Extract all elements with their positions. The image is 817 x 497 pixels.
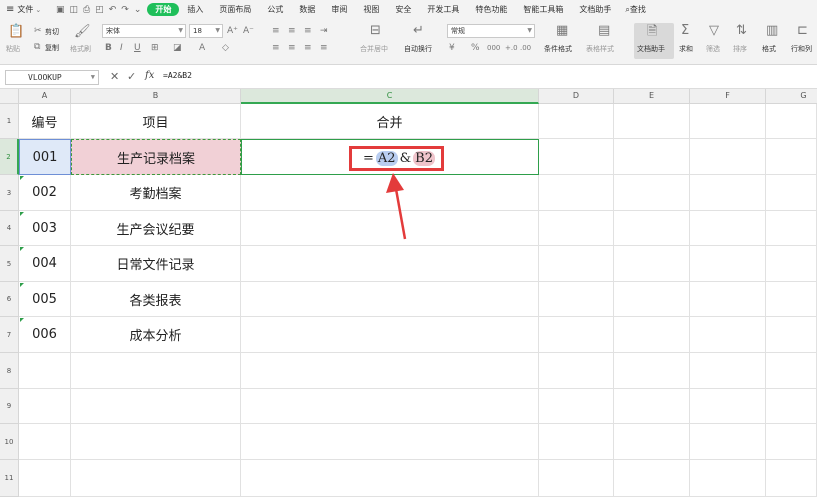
search-label: 查找 [629,5,646,14]
fill-color-icon[interactable]: ◪ [173,43,182,53]
copy-label[interactable]: 复制 [45,43,59,53]
print-preview-icon[interactable]: ◰ [95,5,104,15]
tab-page-layout[interactable]: 页面布局 [211,4,259,15]
ribbon-toolbar: 📋 粘贴 ✂ 剪切 ⧉ 复制 🖌 格式刷 宋体 ▼ 18 ▼ A⁺ A⁻ B I U… [0,19,817,65]
font-name-select[interactable]: 宋体 ▼ [102,24,186,38]
decrease-font-icon[interactable]: A⁻ [243,26,254,36]
name-box-value: VLOOKUP [28,73,62,82]
filter-icon[interactable]: ▽ [709,24,719,37]
font-size-select[interactable]: 18 ▼ [189,24,223,38]
tab-home[interactable]: 开始 [147,3,180,16]
chevron-down-icon: ⌄ [35,5,42,14]
chevron-down-icon: ▼ [90,73,95,81]
chevron-down-icon: ▼ [178,27,183,34]
align-right-icon[interactable]: ≡ [304,43,312,53]
tab-doc-helper[interactable]: 文档助手 [571,4,619,15]
number-format-value: 常规 [451,27,465,35]
merge-center-icon[interactable]: ⊟ [370,24,381,37]
tab-review[interactable]: 审阅 [323,4,355,15]
chevron-down-icon: ▼ [527,27,532,34]
tab-view[interactable]: 视图 [355,4,387,15]
wrap-text-label[interactable]: 自动换行 [404,44,432,54]
table-style-label[interactable]: 表格样式 [586,44,614,54]
hamburger-icon: ≡ [6,4,15,15]
font-name-value: 宋体 [106,27,120,35]
cancel-icon[interactable]: ✕ [110,70,119,83]
align-top-icon[interactable]: ≡ [272,26,280,36]
print-icon[interactable]: ⎙ [83,5,90,15]
insert-function-icon[interactable]: fx [145,70,154,81]
border-icon[interactable]: ⊞ [151,43,159,53]
name-box[interactable]: VLOOKUP ▼ [5,70,99,85]
justify-icon[interactable]: ≡ [320,43,328,53]
align-center-icon[interactable]: ≡ [288,43,296,53]
format-painter-label[interactable]: 格式刷 [70,44,91,54]
file-menu[interactable]: ≡ 文件 ⌄ [0,4,54,15]
chevron-down-icon: ▼ [215,27,220,34]
merge-center-label[interactable]: 合并居中 [360,44,388,54]
number-format-select[interactable]: 常规 ▼ [447,24,535,38]
copy-icon[interactable]: ⧉ [34,42,40,52]
tab-developer[interactable]: 开发工具 [419,4,467,15]
tab-insert[interactable]: 插入 [179,4,211,15]
filter-label[interactable]: 筛选 [706,44,720,54]
clear-format-icon[interactable]: ◇ [222,43,229,53]
ribbon-tabs: 开始 插入 页面布局 公式 数据 审阅 视图 安全 开发工具 特色功能 智能工具… [147,3,619,16]
conditional-format-label[interactable]: 条件格式 [544,44,572,54]
open-icon[interactable]: ◫ [70,5,79,15]
align-bottom-icon[interactable]: ≡ [304,26,312,36]
sum-icon[interactable]: Σ [681,24,689,37]
quick-access-toolbar: ▣ ◫ ⎙ ◰ ↶ ↷ ⌄ [56,5,141,15]
conditional-format-icon[interactable]: ▦ [556,24,568,37]
formula-bar: VLOOKUP ▼ ✕ ✓ fx =A2&B2 [0,65,817,89]
italic-icon[interactable]: I [120,43,123,53]
redo-icon[interactable]: ↷ [121,5,129,15]
align-middle-icon[interactable]: ≡ [288,26,296,36]
table-style-icon[interactable]: ▤ [598,24,610,37]
decrease-decimal-icon[interactable]: .00 [520,43,531,53]
sort-icon[interactable]: ⇅ [736,24,747,37]
doc-helper-icon: 🗎 [647,24,658,39]
cut-label[interactable]: 剪切 [45,27,59,37]
cut-icon[interactable]: ✂ [34,26,42,36]
align-left-icon[interactable]: ≡ [272,43,280,53]
save-icon[interactable]: ▣ [56,5,65,15]
undo-icon[interactable]: ↶ [109,5,117,15]
format-label[interactable]: 格式 [762,44,776,54]
search-button[interactable]: ⌕查找 [625,4,645,15]
underline-icon[interactable]: U [134,43,141,53]
format-painter-icon[interactable]: 🖌 [74,25,91,38]
tab-smart-toolbox[interactable]: 智能工具箱 [515,4,571,15]
spreadsheet-grid: A B C D E F G 1 2 3 4 5 6 7 8 9 10 11 编号… [0,89,817,497]
indent-icon[interactable]: ⇥ [320,26,328,36]
currency-icon[interactable]: ¥ [449,43,455,53]
thousands-icon[interactable]: 000 [487,43,500,53]
sum-label[interactable]: 求和 [679,44,693,54]
wrap-text-icon[interactable]: ↵ [413,24,424,37]
tab-data[interactable]: 数据 [291,4,323,15]
format-icon[interactable]: ▥ [766,24,778,37]
annotation-arrow-icon [386,173,407,240]
menu-bar: ≡ 文件 ⌄ ▣ ◫ ⎙ ◰ ↶ ↷ ⌄ 开始 插入 页面布局 公式 数据 审阅… [0,0,817,19]
tab-security[interactable]: 安全 [387,4,419,15]
file-menu-label: 文件 [17,5,34,14]
row-col-icon[interactable]: ⊏ [797,24,808,37]
tab-features[interactable]: 特色功能 [467,4,515,15]
confirm-icon[interactable]: ✓ [127,70,136,83]
increase-font-icon[interactable]: A⁺ [227,26,238,36]
tab-formulas[interactable]: 公式 [259,4,291,15]
bold-icon[interactable]: B [105,43,112,53]
row-col-label[interactable]: 行和列 [791,44,812,54]
paste-icon[interactable]: 📋 [8,25,24,38]
sort-label[interactable]: 排序 [733,44,747,54]
formula-input[interactable]: =A2&B2 [163,71,192,80]
percent-icon[interactable]: % [471,43,480,53]
doc-helper-label: 文档助手 [637,45,665,53]
font-color-icon[interactable]: A [199,43,205,53]
increase-decimal-icon[interactable]: +.0 [505,43,518,53]
paste-label[interactable]: 粘贴 [6,44,20,54]
customize-chevron-icon[interactable]: ⌄ [134,5,142,15]
font-size-value: 18 [193,27,202,35]
